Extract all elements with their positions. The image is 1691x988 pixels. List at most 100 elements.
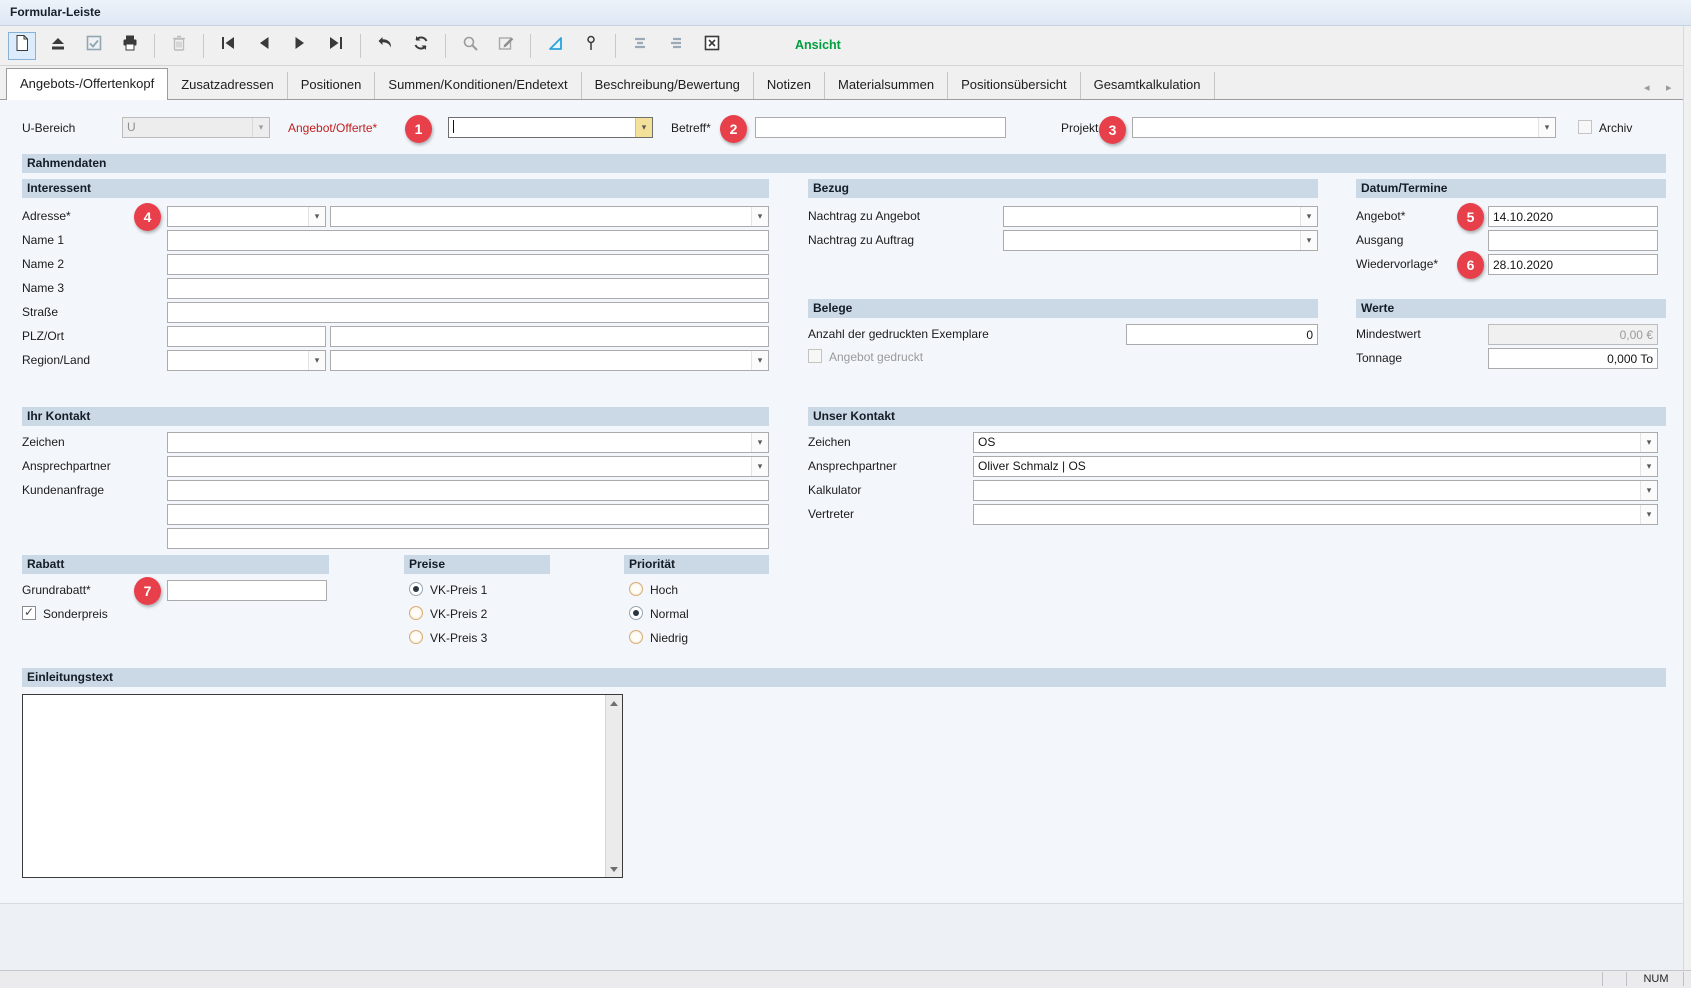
align-center-button[interactable] bbox=[626, 32, 654, 60]
unser-zeichen-combobox[interactable]: OS bbox=[973, 432, 1658, 453]
betreff-input[interactable] bbox=[755, 117, 1006, 138]
combo-dropdown-icon[interactable] bbox=[1640, 457, 1657, 476]
combo-dropdown-icon[interactable] bbox=[751, 433, 768, 452]
close-box-button[interactable] bbox=[698, 32, 726, 60]
tonnage-input[interactable] bbox=[1488, 348, 1658, 369]
scroll-down-icon[interactable] bbox=[606, 861, 622, 877]
projekt-value bbox=[1133, 118, 1538, 137]
kundenanfrage-input-3[interactable] bbox=[167, 528, 769, 549]
archiv-checkbox[interactable] bbox=[1578, 120, 1592, 134]
ihr-ansprechpartner-combobox[interactable] bbox=[167, 456, 769, 477]
tab-beschreibung-bewertung[interactable]: Beschreibung/Bewertung bbox=[582, 72, 754, 99]
prioritaet-hoch-radio[interactable] bbox=[629, 582, 643, 596]
tab-gesamtkalkulation[interactable]: Gesamtkalkulation bbox=[1081, 72, 1215, 99]
unser-ansprechpartner-combobox[interactable]: Oliver Schmalz | OS bbox=[973, 456, 1658, 477]
tab-angebots-offertenkopf[interactable]: Angebots-/Offertenkopf bbox=[6, 68, 168, 100]
combo-dropdown-icon[interactable] bbox=[308, 351, 325, 370]
vk-preis-3-radio[interactable] bbox=[409, 630, 423, 644]
angebot-datum-input[interactable] bbox=[1488, 206, 1658, 227]
undo-button[interactable] bbox=[371, 32, 399, 60]
next-record-button[interactable] bbox=[286, 32, 314, 60]
strasse-input[interactable] bbox=[167, 302, 769, 323]
search-icon bbox=[461, 34, 479, 57]
name1-input[interactable] bbox=[167, 230, 769, 251]
combo-dropdown-icon[interactable] bbox=[308, 207, 325, 226]
previous-record-button[interactable] bbox=[250, 32, 278, 60]
tab-scroll-left-icon[interactable] bbox=[1644, 81, 1650, 94]
edit-button[interactable] bbox=[492, 32, 520, 60]
last-record-button[interactable] bbox=[322, 32, 350, 60]
tab-positionsuebersicht[interactable]: Positionsübersicht bbox=[948, 72, 1081, 99]
kalkulator-combobox[interactable] bbox=[973, 480, 1658, 501]
combo-dropdown-icon[interactable] bbox=[1640, 433, 1657, 452]
prioritaet-niedrig-label: Niedrig bbox=[650, 631, 688, 646]
combo-dropdown-icon[interactable] bbox=[635, 118, 652, 137]
belege-header: Belege bbox=[808, 299, 1318, 318]
scroll-up-icon[interactable] bbox=[606, 695, 622, 711]
prioritaet-normal-radio[interactable] bbox=[629, 606, 643, 620]
refresh-button[interactable] bbox=[407, 32, 435, 60]
tab-summen-konditionen-endetext[interactable]: Summen/Konditionen/Endetext bbox=[375, 72, 581, 99]
toolbar-separator bbox=[615, 34, 616, 58]
sonderpreis-checkbox[interactable] bbox=[22, 606, 36, 620]
print-button[interactable] bbox=[116, 32, 144, 60]
combo-dropdown-icon[interactable] bbox=[1300, 231, 1317, 250]
combo-dropdown-icon[interactable] bbox=[1300, 207, 1317, 226]
adresse-nr-combobox[interactable] bbox=[167, 206, 326, 227]
confirm-checkbox-button[interactable] bbox=[80, 32, 108, 60]
ausgang-input[interactable] bbox=[1488, 230, 1658, 251]
land-combobox[interactable] bbox=[330, 350, 769, 371]
combo-dropdown-icon[interactable] bbox=[1640, 505, 1657, 524]
combo-dropdown-icon[interactable] bbox=[751, 351, 768, 370]
vk-preis-1-label: VK-Preis 1 bbox=[430, 583, 487, 598]
filter-button[interactable] bbox=[541, 32, 569, 60]
delete-button[interactable] bbox=[165, 32, 193, 60]
name2-input[interactable] bbox=[167, 254, 769, 275]
pin-button[interactable] bbox=[577, 32, 605, 60]
tab-zusatzadressen[interactable]: Zusatzadressen bbox=[168, 72, 288, 99]
einleitungstext-textarea[interactable] bbox=[22, 694, 623, 878]
wiedervorlage-input[interactable] bbox=[1488, 254, 1658, 275]
first-record-button[interactable] bbox=[214, 32, 242, 60]
u-bereich-combobox[interactable]: U bbox=[122, 117, 270, 138]
kundenanfrage-input-1[interactable] bbox=[167, 480, 769, 501]
plz-input[interactable] bbox=[167, 326, 326, 347]
ort-input[interactable] bbox=[330, 326, 769, 347]
ihr-ansprechpartner-value bbox=[168, 457, 751, 476]
angebot-gedruckt-checkbox[interactable] bbox=[808, 349, 822, 363]
tab-positionen[interactable]: Positionen bbox=[288, 72, 376, 99]
tab-materialsummen[interactable]: Materialsummen bbox=[825, 72, 948, 99]
vk-preis-2-radio[interactable] bbox=[409, 606, 423, 620]
tab-notizen[interactable]: Notizen bbox=[754, 72, 825, 99]
vk-preis-1-radio[interactable] bbox=[409, 582, 423, 596]
nachtrag-auftrag-combobox[interactable] bbox=[1003, 230, 1318, 251]
projekt-combobox[interactable] bbox=[1132, 117, 1556, 138]
tonnage-label: Tonnage bbox=[1356, 351, 1402, 366]
angebot-offerte-combobox[interactable] bbox=[448, 117, 653, 138]
vertreter-combobox[interactable] bbox=[973, 504, 1658, 525]
nachtrag-auftrag-label: Nachtrag zu Auftrag bbox=[808, 233, 914, 248]
ihr-zeichen-combobox[interactable] bbox=[167, 432, 769, 453]
combo-dropdown-icon[interactable] bbox=[751, 207, 768, 226]
eject-button[interactable] bbox=[44, 32, 72, 60]
combo-dropdown-icon[interactable] bbox=[252, 118, 269, 137]
anzahl-exemplare-input[interactable] bbox=[1126, 324, 1318, 345]
search-button[interactable] bbox=[456, 32, 484, 60]
textarea-scrollbar[interactable] bbox=[605, 695, 622, 877]
combo-dropdown-icon[interactable] bbox=[751, 457, 768, 476]
adresse-name-combobox[interactable] bbox=[330, 206, 769, 227]
region-combobox[interactable] bbox=[167, 350, 326, 371]
grundrabatt-input[interactable] bbox=[167, 580, 327, 601]
tab-scroll-right-icon[interactable] bbox=[1666, 81, 1672, 94]
name3-input[interactable] bbox=[167, 278, 769, 299]
combo-dropdown-icon[interactable] bbox=[1640, 481, 1657, 500]
kundenanfrage-input-2[interactable] bbox=[167, 504, 769, 525]
nachtrag-angebot-combobox[interactable] bbox=[1003, 206, 1318, 227]
new-document-button[interactable] bbox=[8, 32, 36, 60]
align-right-button[interactable] bbox=[662, 32, 690, 60]
prioritaet-niedrig-radio[interactable] bbox=[629, 630, 643, 644]
previous-record-icon bbox=[255, 34, 273, 57]
annotation-marker-3: 3 bbox=[1099, 116, 1126, 144]
combo-dropdown-icon[interactable] bbox=[1538, 118, 1555, 137]
mindestwert-input[interactable] bbox=[1488, 324, 1658, 345]
